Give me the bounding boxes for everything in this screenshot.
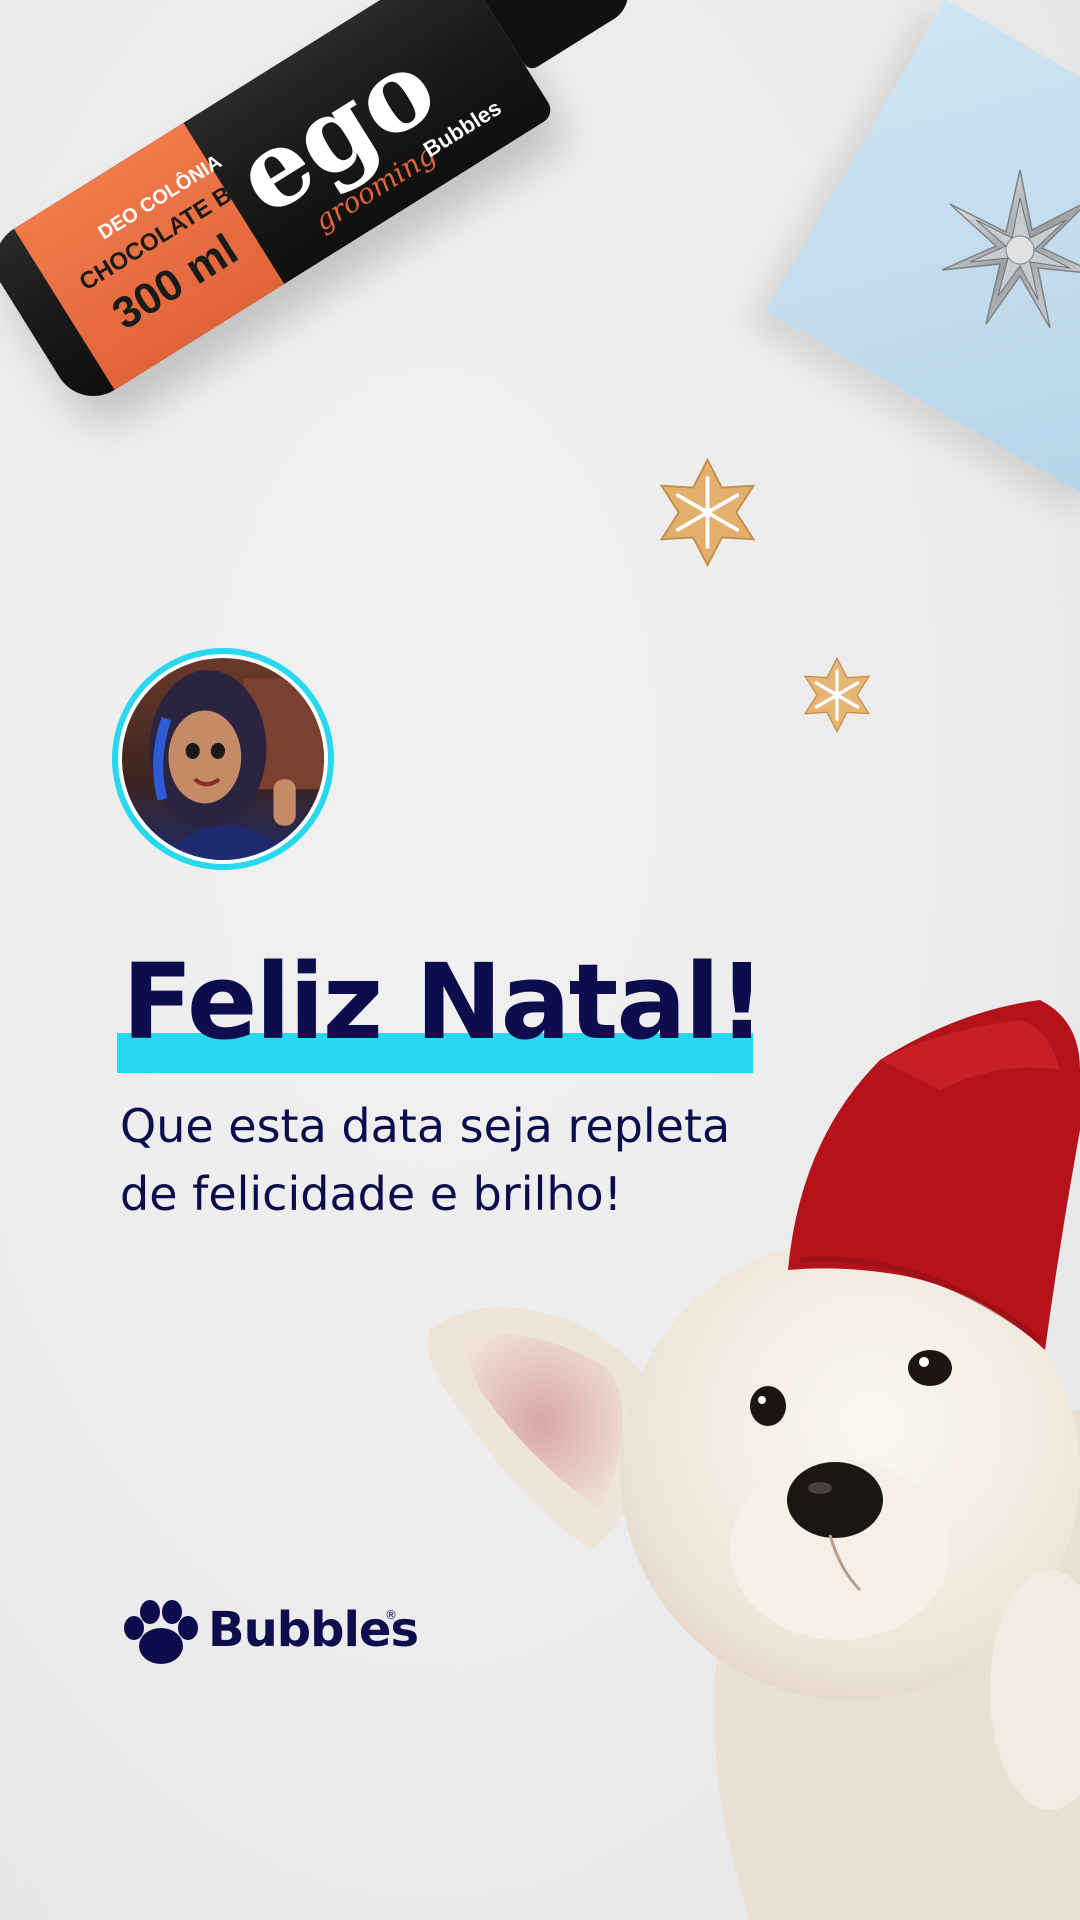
registered-mark: ® <box>385 1608 397 1622</box>
snowflake-cookie-icon <box>659 457 756 568</box>
snowflake-cookie-icon-small <box>803 656 871 734</box>
paw-icon <box>124 1600 198 1664</box>
bow-icon <box>941 169 1080 329</box>
puppy-with-santa-hat <box>428 1000 1080 1920</box>
avatar <box>112 648 334 870</box>
product-bottle: DEO COLÔNIA CHOCOLATE BELGA 300 ml ego g… <box>0 0 640 445</box>
brand-logo: Bubbles ® <box>120 1600 420 1670</box>
avatar-portrait <box>118 654 328 864</box>
